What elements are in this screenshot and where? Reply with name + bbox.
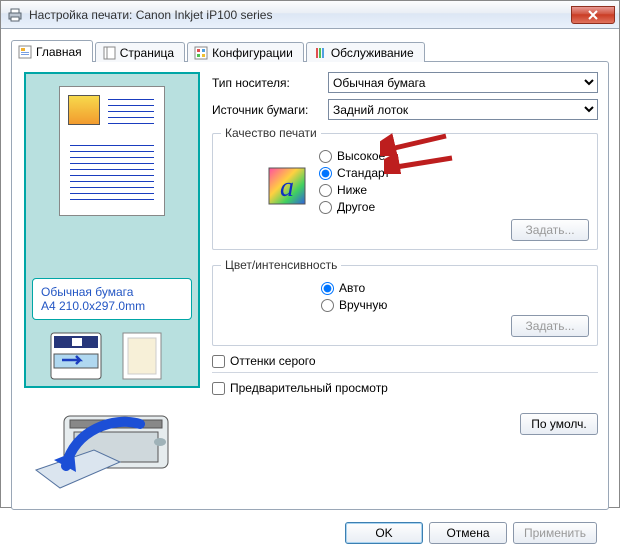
color-legend: Цвет/интенсивность: [221, 258, 341, 272]
color-manual-radio[interactable]: [321, 299, 334, 312]
printer-illustration: [24, 398, 200, 497]
color-auto-label: Авто: [339, 281, 365, 295]
tab-main[interactable]: Главная: [11, 40, 93, 62]
paper-source-select[interactable]: Задний лоток: [328, 99, 598, 120]
quality-other-label: Другое: [337, 200, 375, 214]
color-group: Цвет/интенсивность Авто Вручную Задать..…: [212, 258, 598, 346]
media-type-label: Тип носителя:: [212, 76, 328, 90]
ok-button[interactable]: OK: [345, 522, 423, 544]
color-set-button[interactable]: Задать...: [511, 315, 589, 337]
grayscale-label: Оттенки серого: [230, 354, 316, 368]
tab-page[interactable]: Страница: [95, 42, 185, 62]
tab-label: Страница: [120, 46, 174, 60]
quality-high-label: Высокое: [337, 149, 385, 163]
feed-thumb-1[interactable]: [50, 332, 102, 380]
paper-preview: [59, 86, 165, 216]
paper-size-text: A4 210.0x297.0mm: [41, 299, 183, 313]
apply-button[interactable]: Применить: [513, 522, 597, 544]
quality-standard-radio[interactable]: [319, 167, 332, 180]
cancel-button[interactable]: Отмена: [429, 522, 507, 544]
grayscale-checkbox[interactable]: [212, 355, 225, 368]
svg-text:a: a: [280, 172, 294, 203]
tab-service[interactable]: Обслуживание: [306, 42, 425, 62]
quality-group: Качество печати: [212, 126, 598, 250]
media-type-select[interactable]: Обычная бумага: [328, 72, 598, 93]
color-manual-label: Вручную: [339, 298, 387, 312]
quality-low-label: Ниже: [337, 183, 367, 197]
preview-label: Предварительный просмотр: [230, 381, 388, 395]
defaults-button[interactable]: По умолч.: [520, 413, 598, 435]
preview-frame: Обычная бумага A4 210.0x297.0mm: [24, 72, 200, 388]
tab-strip: Главная Страница Конфигурации Обслуживан…: [11, 37, 609, 61]
titlebar: Настройка печати: Canon Inkjet iP100 ser…: [1, 1, 619, 29]
quality-set-button[interactable]: Задать...: [511, 219, 589, 241]
tab-config[interactable]: Конфигурации: [187, 42, 304, 62]
dialog-footer: OK Отмена Применить: [11, 514, 609, 544]
tab-label: Главная: [36, 45, 82, 59]
window-title: Настройка печати: Canon Inkjet iP100 ser…: [29, 8, 272, 22]
quality-legend: Качество печати: [221, 126, 321, 140]
tab-label: Обслуживание: [331, 46, 414, 60]
paper-source-label: Источник бумаги:: [212, 103, 328, 117]
color-auto-radio[interactable]: [321, 282, 334, 295]
quality-standard-label: Стандарт: [337, 166, 390, 180]
paper-type-text: Обычная бумага: [41, 285, 183, 299]
close-button[interactable]: [571, 6, 615, 24]
quality-high-radio[interactable]: [319, 150, 332, 163]
quality-icon: a: [267, 166, 307, 209]
paper-info: Обычная бумага A4 210.0x297.0mm: [32, 278, 192, 320]
preview-checkbox[interactable]: [212, 382, 225, 395]
feed-thumb-2[interactable]: [122, 332, 174, 380]
printer-icon: [7, 7, 23, 23]
tab-label: Конфигурации: [212, 46, 293, 60]
main-panel: Обычная бумага A4 210.0x297.0mm: [11, 61, 609, 510]
quality-low-radio[interactable]: [319, 184, 332, 197]
quality-other-radio[interactable]: [319, 201, 332, 214]
